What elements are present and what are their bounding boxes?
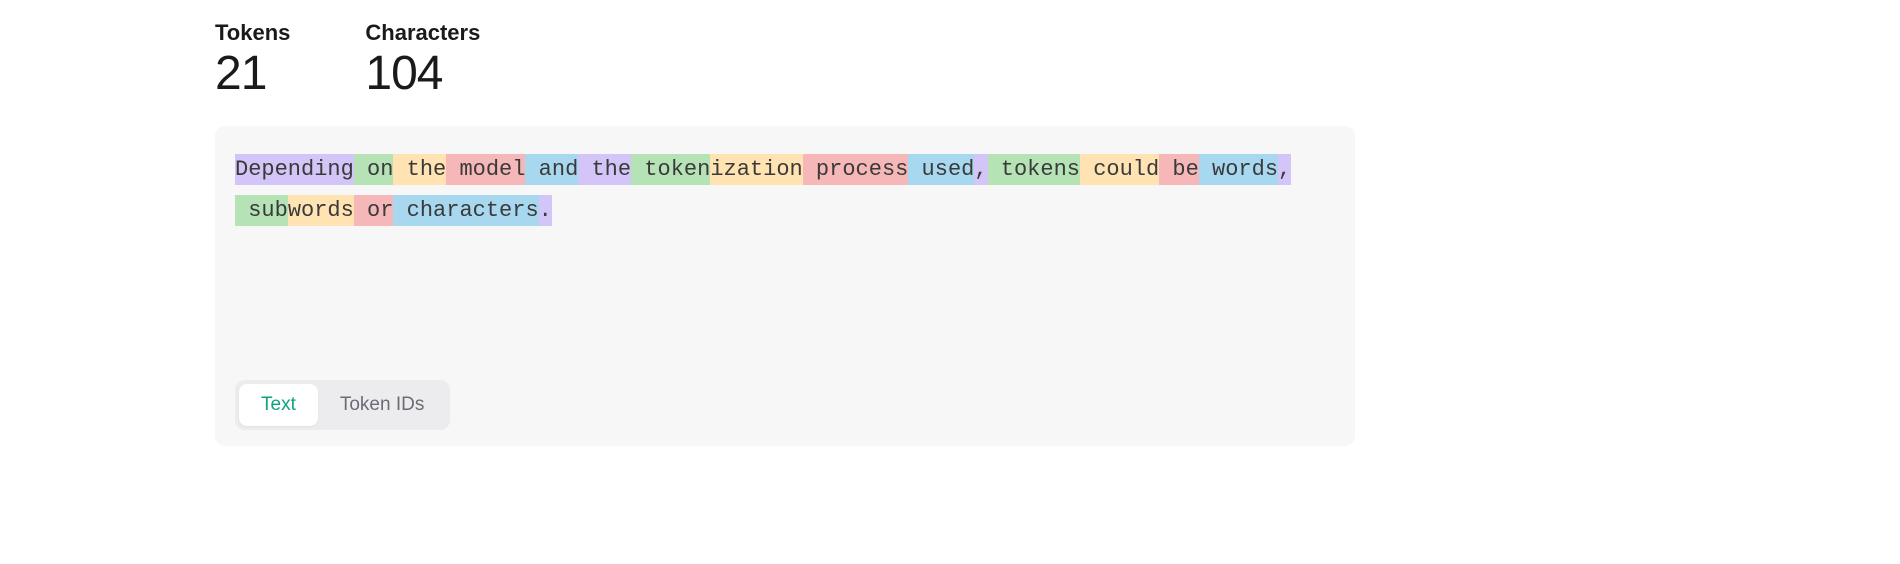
token-span: process <box>803 154 909 185</box>
characters-value: 104 <box>365 50 480 98</box>
tokens-stat: Tokens 21 <box>215 20 290 98</box>
tokens-label: Tokens <box>215 20 290 46</box>
tokenizer-panel: Tokens 21 Characters 104 Depending on th… <box>215 20 1355 446</box>
token-span: token <box>631 154 710 185</box>
token-span: or <box>354 195 394 226</box>
token-span: , <box>974 154 987 185</box>
token-span: used <box>908 154 974 185</box>
tokens-value: 21 <box>215 50 290 98</box>
token-span: and <box>525 154 578 185</box>
tokenized-text: Depending on the model and the tokenizat… <box>235 150 1335 231</box>
token-span: ization <box>710 154 802 185</box>
token-span: the <box>393 154 446 185</box>
tab-token-ids[interactable]: Token IDs <box>318 384 446 426</box>
token-span: model <box>446 154 525 185</box>
characters-stat: Characters 104 <box>365 20 480 98</box>
token-display-panel: Depending on the model and the tokenizat… <box>215 126 1355 446</box>
token-span: be <box>1159 154 1199 185</box>
token-span: could <box>1080 154 1159 185</box>
stats-row: Tokens 21 Characters 104 <box>215 20 1355 98</box>
token-span: . <box>539 195 552 226</box>
token-span: , <box>1278 154 1291 185</box>
token-span: sub <box>235 195 288 226</box>
view-tabs: Text Token IDs <box>235 380 450 430</box>
characters-label: Characters <box>365 20 480 46</box>
token-span: Depending <box>235 154 354 185</box>
token-span: words <box>1199 154 1278 185</box>
token-span: on <box>354 154 394 185</box>
token-span: the <box>578 154 631 185</box>
token-span: characters <box>393 195 538 226</box>
token-span: words <box>288 195 354 226</box>
tab-text[interactable]: Text <box>239 384 318 426</box>
token-span: tokens <box>988 154 1080 185</box>
